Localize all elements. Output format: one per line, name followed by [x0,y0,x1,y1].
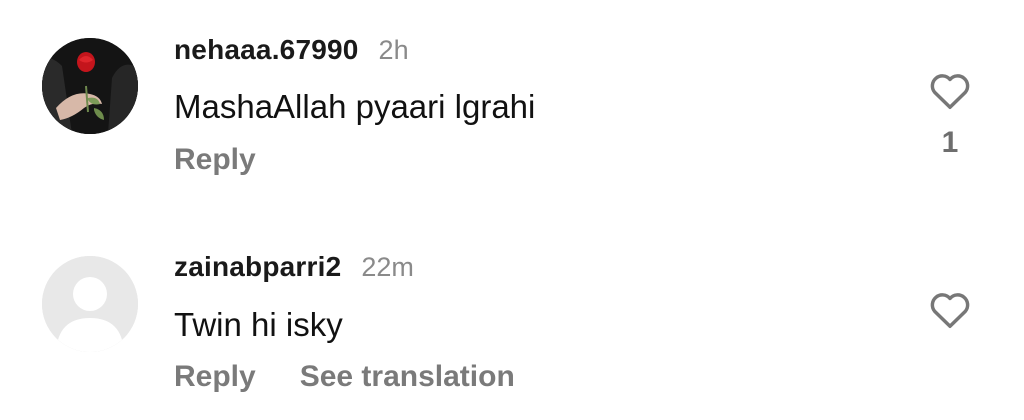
username[interactable]: zainabparri2 [174,251,341,283]
reply-button[interactable]: Reply [174,143,256,177]
comment-actions: Reply [174,143,256,177]
comment-header: zainabparri2 22m [174,251,414,283]
heart-outline-icon[interactable] [928,70,972,110]
heart-outline-icon[interactable] [928,289,972,329]
comment-text: MashaAllah pyaari lgrahi [174,88,536,125]
comment-item: zainabparri2 22m Twin hi isky Reply See … [0,210,1024,420]
comment-header: nehaaa.67990 2h [174,34,409,66]
avatar[interactable] [42,256,138,352]
timestamp: 2h [378,35,409,65]
rose-photo-icon [42,38,138,134]
comment-text: Twin hi isky [174,306,343,343]
like-column: 1 [920,70,980,160]
comment-item: nehaaa.67990 2h MashaAllah pyaari lgrahi… [0,0,1024,200]
like-count: 1 [941,126,959,159]
see-translation-button[interactable]: See translation [300,360,515,394]
reply-button[interactable]: Reply [174,360,256,394]
like-column [920,289,980,329]
comment-actions: Reply See translation [174,360,515,394]
default-person-icon [42,256,138,352]
avatar[interactable] [42,38,138,134]
username[interactable]: nehaaa.67990 [174,34,359,66]
timestamp: 22m [361,252,414,282]
